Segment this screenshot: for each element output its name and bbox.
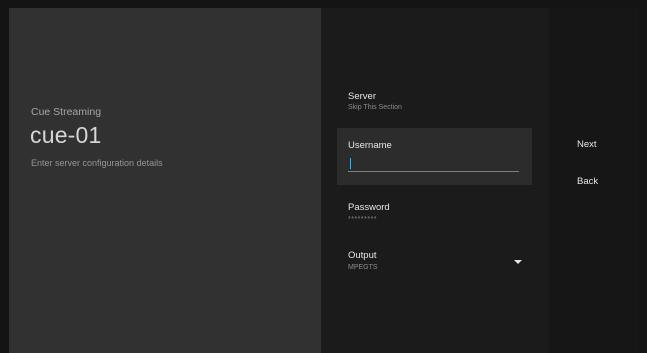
next-button[interactable]: Next	[577, 139, 597, 150]
username-field[interactable]: Username	[337, 128, 532, 185]
breadcrumb: Cue Streaming	[31, 106, 102, 118]
password-field[interactable]: Password *********	[337, 196, 532, 230]
page-title: cue-01	[30, 122, 102, 148]
username-field-title: Username	[348, 140, 392, 151]
output-field-value: MPEGTS	[348, 264, 378, 271]
username-input[interactable]	[348, 156, 519, 172]
password-field-value: *********	[348, 216, 378, 223]
guidance-panel: Cue Streaming cue-01 Enter server config…	[9, 8, 321, 353]
guided-step-screen: Cue Streaming cue-01 Enter server config…	[9, 8, 639, 353]
server-field[interactable]: Server Skip This Section	[337, 84, 532, 118]
password-field-title: Password	[348, 202, 390, 213]
server-field-title: Server	[348, 91, 376, 102]
output-field-title: Output	[348, 250, 377, 261]
server-field-value: Skip This Section	[348, 104, 402, 111]
back-button[interactable]: Back	[577, 176, 598, 187]
output-dropdown[interactable]: Output MPEGTS	[337, 244, 532, 278]
text-cursor	[350, 158, 351, 169]
dropdown-arrow-icon[interactable]	[514, 260, 522, 264]
form-panel: Server Skip This Section Username Passwo…	[321, 8, 549, 353]
actions-panel: Next Back	[549, 8, 639, 353]
page-description: Enter server configuration details	[31, 158, 163, 168]
